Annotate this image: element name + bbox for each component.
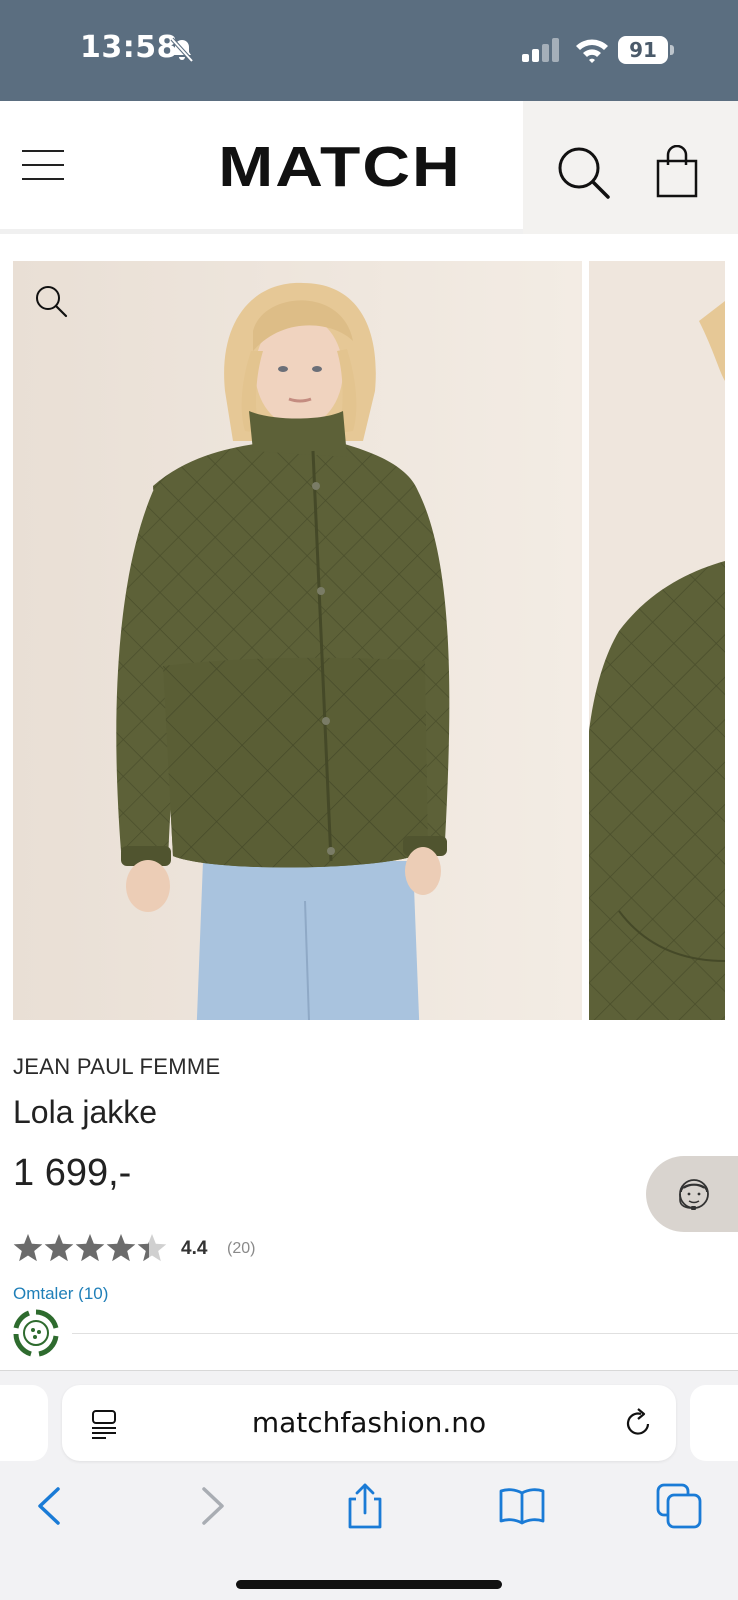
reader-icon[interactable] — [90, 1409, 118, 1439]
battery-cap — [670, 45, 674, 55]
rating-count: (20) — [227, 1240, 256, 1257]
star-filled — [13, 1234, 43, 1262]
bag-icon[interactable] — [654, 145, 700, 199]
previous-tab[interactable] — [0, 1385, 48, 1461]
star-filled — [44, 1234, 74, 1262]
product-page: 13:58 91 MATCH JEAN PAUL FEMME Lola jakk… — [0, 0, 738, 1600]
url-text[interactable]: matchfashion.no — [62, 1385, 676, 1461]
support-agent-icon — [679, 1179, 709, 1210]
product-price: 1 699,- — [13, 1152, 132, 1194]
home-indicator[interactable] — [236, 1580, 502, 1589]
magnifier-icon[interactable] — [33, 283, 69, 319]
model-illustration-detail — [589, 261, 725, 1020]
battery-level: 91 — [618, 36, 668, 64]
share-icon[interactable] — [340, 1481, 390, 1531]
customer-service-button[interactable] — [646, 1156, 738, 1232]
rating-value: 4.4 — [181, 1238, 208, 1259]
product-rating[interactable]: 4.4 (20) — [13, 1232, 313, 1268]
bookmarks-icon[interactable] — [497, 1481, 547, 1531]
tabs-icon[interactable] — [654, 1481, 704, 1531]
product-gallery[interactable] — [13, 261, 738, 1020]
product-image-next[interactable] — [589, 261, 725, 1020]
product-brand[interactable]: JEAN PAUL FEMME — [13, 1054, 220, 1080]
rating-stars — [13, 1234, 167, 1262]
status-bar: 13:58 91 — [0, 0, 738, 101]
site-header: MATCH — [0, 101, 738, 234]
battery-icon: 91 — [618, 36, 674, 64]
reload-icon[interactable] — [622, 1407, 654, 1439]
browser-toolbar: matchfashion.no — [0, 1370, 738, 1600]
signal-icon — [522, 38, 559, 62]
reviews-link[interactable]: Omtaler (10) — [13, 1284, 108, 1302]
model-illustration — [13, 261, 582, 1020]
product-image-main[interactable] — [13, 261, 582, 1020]
menu-icon[interactable] — [20, 147, 66, 183]
wifi-icon — [576, 39, 608, 63]
next-tab[interactable] — [690, 1385, 738, 1461]
product-name: Lola jakke — [13, 1094, 158, 1130]
site-logo[interactable]: MATCH — [208, 136, 472, 196]
back-icon[interactable] — [26, 1481, 76, 1531]
bell-slash-icon — [170, 37, 194, 63]
sustainability-icon[interactable] — [11, 1308, 61, 1358]
address-bar[interactable]: matchfashion.no — [62, 1385, 676, 1461]
status-time: 13:58 — [80, 30, 178, 65]
star-filled — [106, 1234, 136, 1262]
section-divider — [72, 1333, 738, 1334]
star-filled — [75, 1234, 105, 1262]
search-icon[interactable] — [556, 145, 612, 201]
forward-icon[interactable] — [186, 1481, 236, 1531]
